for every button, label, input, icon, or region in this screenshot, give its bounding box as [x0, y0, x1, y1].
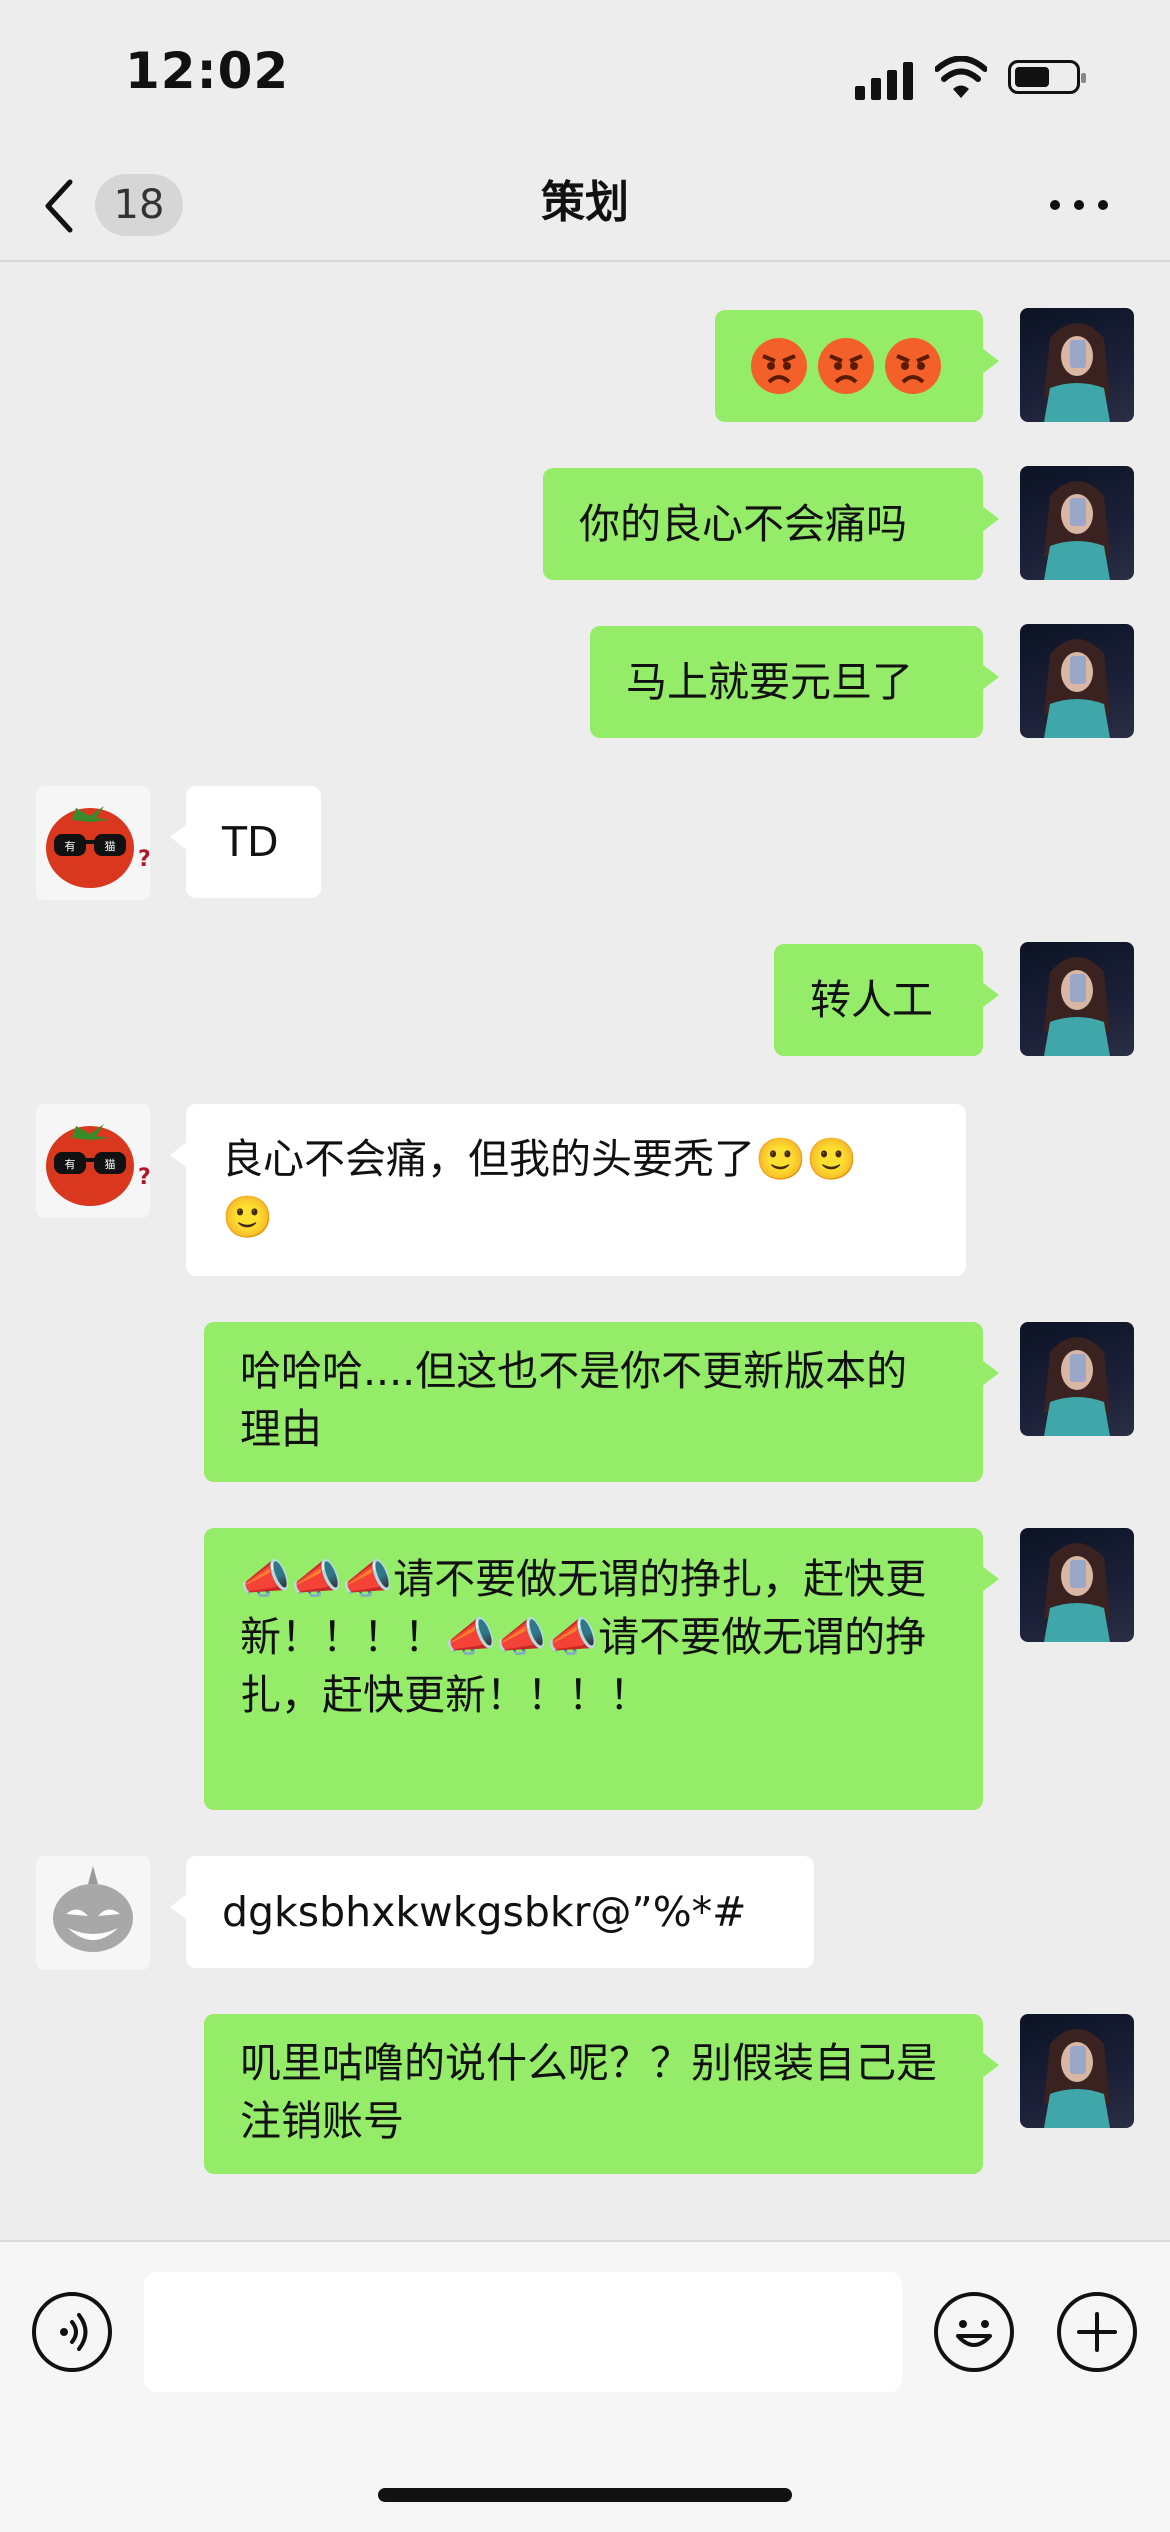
battery-icon — [1008, 60, 1086, 94]
chat-title: 策划 — [541, 177, 629, 228]
message-text: 良心不会痛，但我的头要秃了🙂🙂🙂 — [222, 1135, 858, 1241]
portrait-image — [1044, 1543, 1110, 1642]
message-bubble-sent[interactable]: 叽里咕噜的说什么呢？？别假装自己是注销账号 — [204, 2014, 999, 2174]
svg-text:有: 有 — [65, 1157, 76, 1171]
message-text: 马上就要元旦了 — [626, 658, 913, 706]
wifi-icon — [935, 56, 987, 98]
portrait-image — [1044, 323, 1110, 422]
message-input[interactable] — [144, 2272, 902, 2392]
message-bubble-sent[interactable]: 你的良心不会痛吗 — [543, 468, 999, 580]
my-avatar[interactable] — [1020, 1528, 1134, 1642]
portrait-image — [1044, 957, 1110, 1056]
voice-icon[interactable] — [32, 2292, 112, 2372]
message-bubble-sent[interactable]: 😡😡😡 — [715, 310, 999, 422]
tomato-sunglasses-avatar-image: 有 猫 ? — [46, 1124, 150, 1206]
chat-header: 18 策划 — [0, 150, 1170, 262]
message-text: 😡😡😡 — [715, 310, 716, 311]
message-text: 转人工 — [810, 976, 933, 1024]
my-avatar[interactable] — [1020, 2014, 1134, 2128]
contact-avatar[interactable] — [36, 1856, 150, 1970]
portrait-image — [1044, 481, 1110, 580]
svg-text:猫: 猫 — [105, 840, 116, 853]
portrait-image — [1044, 639, 1110, 738]
message-bubble-sent[interactable]: 马上就要元旦了 — [590, 626, 999, 738]
message-bubble-sent[interactable]: 📣📣📣请不要做无谓的挣扎，赶快更新！！！！📣📣📣请不要做无谓的挣扎，赶快更新！！… — [204, 1528, 999, 1810]
plus-icon[interactable] — [1057, 2292, 1137, 2372]
message-bubble-received[interactable]: dgksbhxkwkgsbkr@”%*# — [170, 1856, 814, 1968]
my-avatar[interactable] — [1020, 308, 1134, 422]
svg-text:猫: 猫 — [105, 1158, 116, 1171]
message-bubble-sent[interactable]: 哈哈哈....但这也不是你不更新版本的理由 — [204, 1322, 999, 1482]
svg-text:?: ? — [138, 847, 150, 872]
svg-text:?: ? — [138, 1165, 150, 1190]
contact-avatar[interactable]: 有 猫 ? — [36, 1104, 150, 1218]
emoji-icon[interactable] — [934, 2292, 1014, 2372]
my-avatar[interactable] — [1020, 942, 1134, 1056]
portrait-image — [1044, 1337, 1110, 1436]
tomato-sunglasses-avatar-image: 有 猫 ? — [46, 806, 150, 888]
message-bubble-sent[interactable]: 转人工 — [774, 944, 999, 1056]
message-text: dgksbhxkwkgsbkr@”%*# — [222, 1888, 747, 1936]
message-text: 你的良心不会痛吗 — [579, 500, 907, 548]
grey-monster-avatar-image — [53, 1866, 133, 1952]
more-icon[interactable] — [1050, 200, 1110, 214]
status-bar: 12:02 — [0, 0, 1170, 150]
message-bubble-received[interactable]: 良心不会痛，但我的头要秃了🙂🙂🙂 — [170, 1104, 966, 1276]
home-indicator — [378, 2488, 792, 2502]
message-text: 哈哈哈....但这也不是你不更新版本的理由 — [240, 1347, 908, 1453]
message-text: 叽里咕噜的说什么呢？？别假装自己是注销账号 — [240, 2039, 937, 2145]
message-text: TD — [222, 818, 279, 866]
my-avatar[interactable] — [1020, 466, 1134, 580]
portrait-image — [1044, 2029, 1110, 2128]
my-avatar[interactable] — [1020, 1322, 1134, 1436]
message-bubble-received[interactable]: TD — [170, 786, 321, 898]
my-avatar[interactable] — [1020, 624, 1134, 738]
contact-avatar[interactable]: 有 猫 ? — [36, 786, 150, 900]
svg-text:有: 有 — [65, 839, 76, 853]
cellular-signal-icon — [855, 60, 915, 100]
angry-face-emoji — [751, 338, 941, 394]
status-time: 12:02 — [125, 42, 290, 100]
message-text: 📣📣📣请不要做无谓的挣扎，赶快更新！！！！📣📣📣请不要做无谓的挣扎，赶快更新！！… — [240, 1555, 927, 1719]
